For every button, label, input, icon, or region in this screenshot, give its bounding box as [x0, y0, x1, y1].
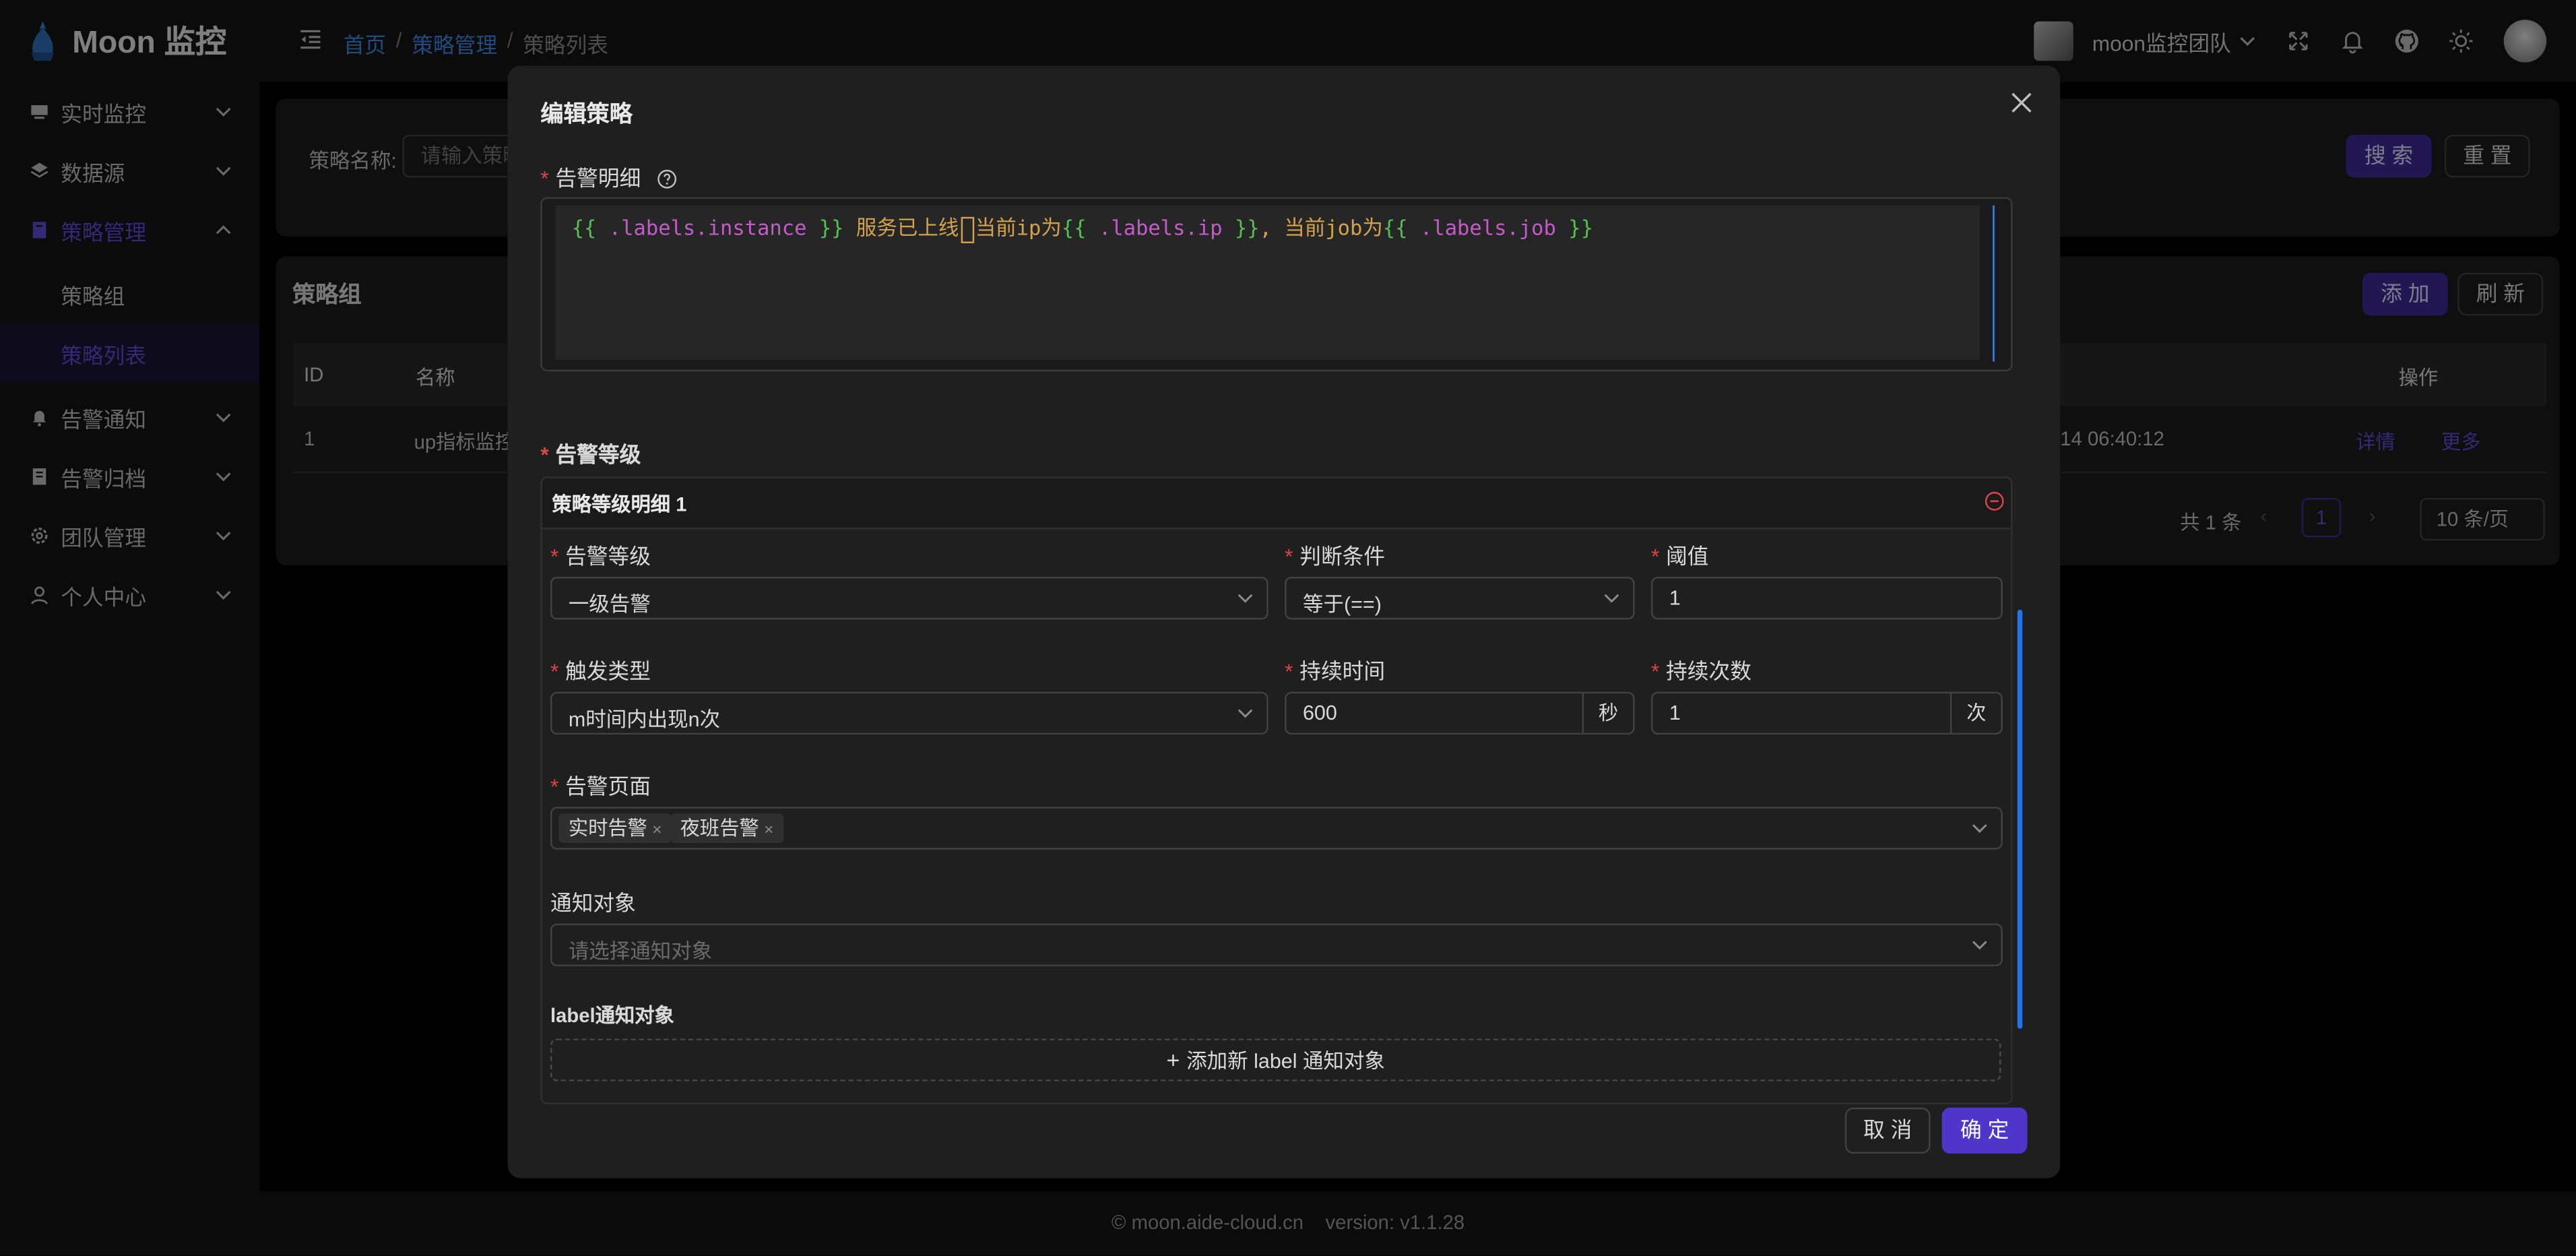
detail-field-label: * 告警明细 — [540, 161, 676, 192]
confirm-button[interactable]: 确 定 — [1941, 1107, 2028, 1154]
card-title: 策略等级明细 1 — [552, 493, 687, 516]
threshold-label-text: 阈值 — [1666, 544, 1709, 569]
condition-select[interactable]: 等于(==) — [1285, 577, 1635, 620]
template-code-line[interactable]: {{ .labels.instance }} 服务已上线 当前ip为{{ .lab… — [572, 210, 1593, 243]
required-mark: * — [550, 658, 559, 684]
required-mark: * — [540, 166, 549, 191]
app-root: Moon 监控 首页 / 策略管理 / 策略列表 moon监控团队 实时监控 数… — [0, 0, 2576, 1256]
required-mark: * — [1650, 544, 1660, 569]
duration-label: * 持续时间 — [1285, 654, 1385, 685]
detail-label-text: 告警明细 — [555, 166, 641, 191]
required-mark: * — [1285, 544, 1293, 569]
tag-close-icon[interactable]: × — [652, 821, 662, 840]
chevron-down-icon — [1237, 594, 1253, 603]
chevron-down-icon — [1604, 594, 1619, 603]
alarm-level-value: 一级告警 — [568, 593, 651, 617]
modal-scrollbar[interactable] — [2017, 609, 2023, 1029]
code-token: {{ — [571, 215, 597, 241]
duration-input[interactable]: 600 秒 — [1285, 691, 1635, 735]
chevron-down-icon — [1972, 824, 1987, 834]
editor-scrollbar[interactable] — [1993, 205, 1995, 362]
code-token: , 当前job为 — [1259, 215, 1383, 241]
condition-label-text: 判断条件 — [1299, 544, 1386, 569]
count-label-text: 持续次数 — [1666, 658, 1751, 684]
alarm-page-select[interactable]: 实时告警 × 夜班告警 × — [550, 807, 2003, 850]
count-value: 1 — [1669, 701, 1681, 725]
count-input[interactable]: 1 次 — [1650, 691, 2003, 735]
chevron-down-icon — [1972, 941, 1987, 950]
label-notify-title: label通知对象 — [550, 1004, 674, 1028]
alarm-page-label-text: 告警页面 — [565, 774, 651, 799]
notify-placeholder: 请选择通知对象 — [568, 939, 713, 964]
code-token: 服务已上线 — [843, 215, 959, 241]
level-section-label: * 告警等级 — [540, 437, 641, 468]
plus-icon: + — [1166, 1046, 1180, 1073]
notify-label: 通知对象 — [550, 890, 636, 916]
trigger-type-value: m时间内出现n次 — [568, 708, 721, 732]
threshold-input[interactable]: 1 — [1650, 577, 2003, 620]
code-token: {{ — [1061, 215, 1087, 241]
edit-strategy-modal: 编辑策略 * 告警明细 {{ .labels.instance }} 服务已上线当… — [507, 65, 2061, 1179]
duration-label-text: 持续时间 — [1299, 658, 1386, 684]
count-unit: 次 — [1950, 693, 2001, 733]
required-mark: * — [1650, 658, 1660, 684]
trigger-label-text: 触发类型 — [565, 658, 651, 684]
tag-close-icon[interactable]: × — [764, 821, 773, 840]
level-detail-card: 策略等级明细 1 * 告警等级 一级告警 * 判断条件 等于(==) * 阈值 1 *… — [540, 476, 2013, 1104]
duration-unit: 秒 — [1582, 693, 1634, 733]
condition-value: 等于(==) — [1302, 593, 1382, 617]
editor-content[interactable]: {{ .labels.instance }} 服务已上线 当前ip为{{ .lab… — [555, 205, 1980, 360]
code-token: 当前ip为 — [975, 215, 1062, 241]
required-mark: * — [550, 774, 559, 799]
duration-value: 600 — [1302, 701, 1337, 725]
tag-label: 实时告警 — [568, 817, 647, 840]
condition-label: * 判断条件 — [1285, 539, 1385, 570]
required-mark: * — [1285, 658, 1293, 684]
tag-night-alarm: 夜班告警 × — [670, 813, 783, 844]
minus-circle-icon[interactable] — [1985, 491, 2004, 511]
close-icon[interactable] — [2011, 92, 2032, 114]
trigger-label: * 触发类型 — [550, 654, 651, 685]
add-label-notify-text: 添加新 label 通知对象 — [1186, 1050, 1385, 1073]
threshold-label: * 阈值 — [1651, 539, 1709, 570]
code-token: .labels.instance — [596, 215, 819, 241]
tag-realtime-alarm: 实时告警 × — [558, 813, 672, 844]
question-circle-icon[interactable] — [657, 169, 676, 189]
level-label: * 告警等级 — [550, 539, 651, 570]
count-label: * 持续次数 — [1651, 654, 1751, 685]
code-token: {{ — [1382, 215, 1408, 241]
notify-target-select[interactable]: 请选择通知对象 — [550, 923, 2003, 967]
required-mark: * — [550, 544, 559, 569]
code-token: }} — [1234, 215, 1260, 241]
required-mark: * — [540, 442, 549, 467]
alarm-page-label: * 告警页面 — [550, 769, 651, 800]
code-token: .labels.job — [1407, 215, 1569, 241]
text-cursor — [960, 216, 974, 243]
level-label-text: 告警等级 — [565, 544, 651, 569]
tag-label: 夜班告警 — [680, 817, 759, 840]
modal-title: 编辑策略 — [540, 100, 633, 127]
card-header: 策略等级明细 1 — [542, 478, 2011, 530]
alarm-level-select[interactable]: 一级告警 — [550, 577, 1268, 620]
add-label-notify-button[interactable]: + 添加新 label 通知对象 — [550, 1038, 2001, 1081]
code-token: }} — [818, 215, 844, 241]
trigger-type-select[interactable]: m时间内出现n次 — [550, 691, 1268, 735]
threshold-value: 1 — [1669, 586, 1681, 610]
code-token: }} — [1568, 215, 1593, 241]
level-section-text: 告警等级 — [555, 442, 641, 467]
code-token: .labels.ip — [1086, 215, 1235, 241]
template-editor[interactable]: {{ .labels.instance }} 服务已上线 当前ip为{{ .lab… — [540, 197, 2013, 372]
cancel-button[interactable]: 取 消 — [1844, 1107, 1931, 1154]
chevron-down-icon — [1237, 709, 1253, 718]
